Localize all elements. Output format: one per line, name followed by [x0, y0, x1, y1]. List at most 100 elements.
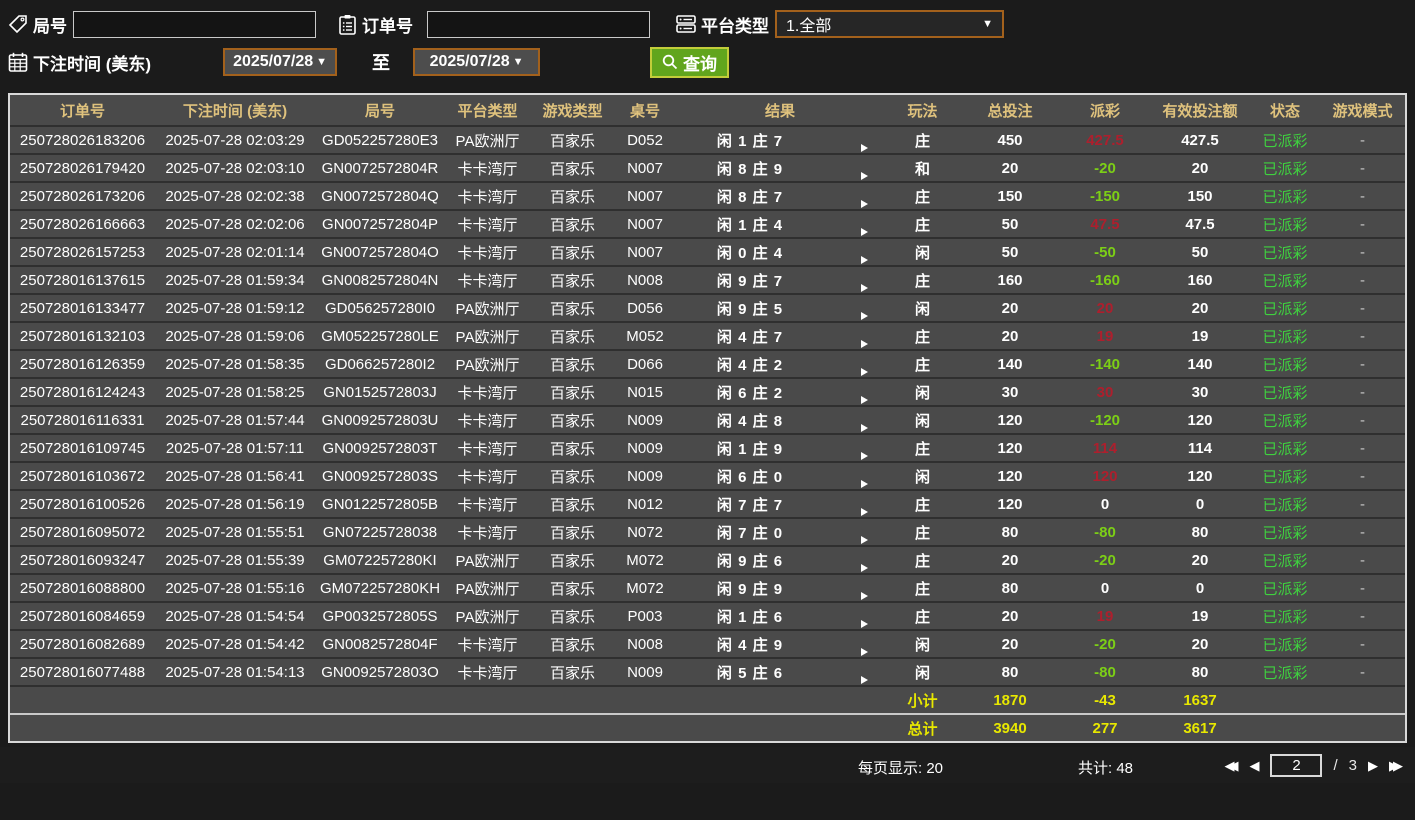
cell-game-no: GN0092572803T: [322, 439, 438, 457]
cell-status: 已派彩: [1262, 356, 1308, 374]
first-page-icon[interactable]: ◀◀: [1224, 755, 1238, 777]
cell-game-no: GP0032572805S: [322, 607, 438, 625]
page-size-text: 每页显示: 20: [858, 760, 944, 777]
cell-play: 庄: [914, 132, 930, 150]
cell-payout: 30: [1096, 383, 1114, 401]
cell-play: 闲: [914, 300, 930, 318]
cell-game-no: GM052257280LE: [321, 327, 439, 345]
table-row: 250728016100526 2025-07-28 01:56:19 GN01…: [10, 489, 1405, 517]
cell-platform: 卡卡湾厅: [457, 160, 518, 178]
cell-order-id: 250728016084659: [19, 607, 146, 625]
cell-game-type: 百家乐: [549, 132, 595, 150]
prev-page-icon[interactable]: ◀: [1249, 755, 1259, 777]
cell-order-id: 250728016109745: [19, 439, 146, 457]
cell-platform: PA欧洲厅: [455, 328, 520, 346]
cell-order-id: 250728016095072: [19, 523, 146, 541]
cell-order-id: 250728026183206: [19, 131, 146, 149]
last-page-icon[interactable]: ▶▶: [1389, 755, 1403, 777]
search-icon: [662, 54, 678, 70]
cell-play: 庄: [914, 580, 930, 598]
cell-game-type: 百家乐: [549, 580, 595, 598]
bet-records-table: 订单号 下注时间 (美东) 局号 平台类型 游戏类型 桌号 结果 玩法 总投注 …: [8, 93, 1407, 743]
cell-game-type: 百家乐: [549, 160, 595, 178]
cell-total-bet: 20: [1001, 635, 1019, 653]
subtotal-valid-bet: 1637: [1183, 691, 1217, 709]
total-count-text: 共计: 48: [1078, 760, 1134, 777]
grand-total-total-bet: 3940: [993, 719, 1027, 737]
cell-order-id: 250728016137615: [19, 271, 146, 289]
date-from-picker[interactable]: 2025/07/28 ▼: [223, 48, 338, 76]
cell-status: 已派彩: [1262, 468, 1308, 486]
cell-game-mode: -: [1360, 327, 1365, 345]
table-row: 250728016132103 2025-07-28 01:59:06 GM05…: [10, 321, 1405, 349]
cell-total-bet: 50: [1001, 215, 1019, 233]
cell-payout: 114: [1092, 439, 1118, 457]
cell-valid-bet: 30: [1191, 383, 1209, 401]
cell-game-mode: -: [1360, 383, 1365, 401]
col-header-play: 玩法: [907, 102, 938, 120]
cell-play: 庄: [914, 608, 930, 626]
table-row: 250728026173206 2025-07-28 02:02:38 GN00…: [10, 181, 1405, 209]
filter-row-1: 局号 订单号 平台类型 1.全部 ▼: [8, 9, 1415, 39]
cell-valid-bet: 114: [1187, 439, 1213, 457]
cell-valid-bet: 20: [1191, 551, 1209, 569]
cell-payout: -80: [1094, 663, 1116, 681]
filter-bar: 局号 订单号 平台类型 1.全部 ▼ 下注时间 (美东) 2025/07/28 …: [0, 0, 1415, 78]
cell-game-mode: -: [1360, 243, 1365, 261]
cell-result: 闲 7 庄 0: [716, 524, 784, 542]
cell-bet-time: 2025-07-28 01:57:44: [165, 411, 305, 429]
table-row: 250728016084659 2025-07-28 01:54:54 GP00…: [10, 601, 1405, 629]
cell-order-id: 250728016082689: [19, 635, 146, 653]
table-row: 250728016133477 2025-07-28 01:59:12 GD05…: [10, 293, 1405, 321]
cell-table-no: D066: [627, 355, 663, 373]
table-row: 250728016124243 2025-07-28 01:58:25 GN01…: [10, 377, 1405, 405]
cell-play: 庄: [914, 216, 930, 234]
date-to-picker[interactable]: 2025/07/28 ▼: [413, 48, 541, 76]
cell-game-no: GN0072572804O: [321, 243, 439, 261]
cell-result: 闲 1 庄 7: [716, 132, 784, 150]
cell-total-bet: 20: [1001, 159, 1019, 177]
cell-platform: PA欧洲厅: [455, 580, 520, 598]
cell-total-bet: 120: [997, 439, 1023, 457]
grand-total-payout: 277: [1092, 719, 1118, 737]
pager: ◀◀ ◀ / 3 ▶ ▶▶: [1224, 754, 1403, 777]
cell-total-bet: 20: [1001, 299, 1019, 317]
cell-payout: -150: [1089, 187, 1121, 205]
cell-result: 闲 8 庄 7: [716, 188, 784, 206]
cell-game-mode: -: [1360, 299, 1365, 317]
cell-table-no: N015: [627, 383, 663, 401]
cell-result: 闲 0 庄 4: [716, 244, 784, 262]
cell-table-no: N009: [627, 411, 663, 429]
platform-type-select[interactable]: 1.全部 ▼: [775, 10, 1004, 38]
cell-game-mode: -: [1360, 467, 1365, 485]
cell-total-bet: 20: [1001, 551, 1019, 569]
game-no-input[interactable]: [73, 10, 316, 38]
current-page-input[interactable]: [1270, 754, 1323, 777]
cell-result: 闲 6 庄 2: [716, 384, 784, 402]
table-row: 250728016116331 2025-07-28 01:57:44 GN00…: [10, 405, 1405, 433]
cell-total-bet: 80: [1001, 579, 1019, 597]
cell-play: 庄: [914, 188, 930, 206]
table-row: 250728016095072 2025-07-28 01:55:51 GN07…: [10, 517, 1405, 545]
table-row: 250728016126359 2025-07-28 01:58:35 GD06…: [10, 349, 1405, 377]
cell-status: 已派彩: [1262, 496, 1308, 514]
date-to-value: 2025/07/28: [429, 53, 510, 70]
cell-platform: PA欧洲厅: [455, 300, 520, 318]
cell-table-no: P003: [627, 607, 663, 625]
platform-type-value: 1.全部: [786, 18, 832, 35]
cell-status: 已派彩: [1262, 216, 1308, 234]
cell-bet-time: 2025-07-28 01:56:41: [165, 467, 305, 485]
chevron-down-icon: ▼: [316, 56, 328, 68]
pagination-bar: 每页显示: 20 共计: 48 ◀◀ ◀ / 3 ▶ ▶▶: [0, 747, 1415, 783]
col-header-game-no: 局号: [364, 102, 395, 120]
order-no-input[interactable]: [427, 10, 650, 38]
cell-total-bet: 120: [997, 495, 1023, 513]
cell-table-no: N008: [627, 635, 663, 653]
search-button[interactable]: 查询: [650, 46, 730, 78]
next-page-icon[interactable]: ▶: [1368, 755, 1378, 777]
cell-game-type: 百家乐: [549, 524, 595, 542]
cell-game-type: 百家乐: [549, 496, 595, 514]
cell-valid-bet: 0: [1195, 495, 1205, 513]
cell-order-id: 250728026173206: [19, 187, 146, 205]
date-range-to-label: 至: [372, 53, 391, 73]
